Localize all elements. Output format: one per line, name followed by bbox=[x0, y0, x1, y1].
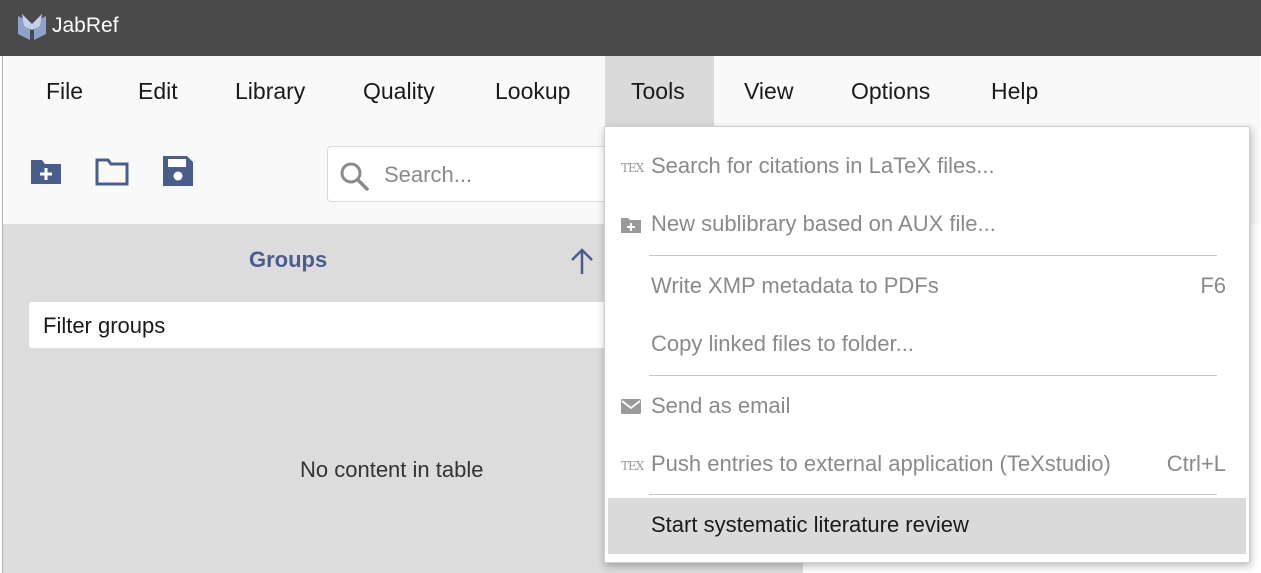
menu-bar: File Edit Library Quality Lookup Tools V… bbox=[3, 56, 1260, 126]
menu-library[interactable]: Library bbox=[235, 56, 305, 126]
menu-item-new-sublibrary-aux[interactable]: New sublibrary based on AUX file... bbox=[608, 197, 1246, 253]
menu-item-label: Copy linked files to folder... bbox=[651, 331, 914, 356]
app-title: JabRef bbox=[52, 14, 119, 37]
jabref-logo-icon bbox=[18, 14, 46, 40]
menu-item-shortcut: Ctrl+L bbox=[1166, 451, 1226, 476]
menu-item-label: Start systematic literature review bbox=[651, 512, 969, 537]
menu-view[interactable]: View bbox=[744, 56, 793, 126]
menu-item-start-slr[interactable]: Start systematic literature review bbox=[608, 498, 1246, 554]
folder-plus-icon bbox=[621, 218, 641, 233]
search-placeholder: Search... bbox=[384, 162, 473, 187]
tex-icon: TEX bbox=[621, 459, 644, 473]
menu-item-copy-linked-files[interactable]: Copy linked files to folder... bbox=[608, 317, 1246, 373]
tools-menu-dropdown: TEX Search for citations in LaTeX files.… bbox=[604, 126, 1250, 563]
title-bar: JabRef bbox=[0, 0, 1261, 56]
menu-item-label: Search for citations in LaTeX files... bbox=[651, 153, 995, 178]
menu-quality[interactable]: Quality bbox=[363, 56, 435, 126]
filter-groups-input[interactable]: Filter groups bbox=[29, 302, 629, 348]
tex-icon: TEX bbox=[621, 161, 644, 175]
email-icon bbox=[621, 399, 641, 414]
menu-item-label: Send as email bbox=[651, 393, 791, 418]
menu-item-send-as-email[interactable]: Send as email bbox=[608, 379, 1246, 435]
menu-item-shortcut: F6 bbox=[1200, 273, 1226, 298]
menu-item-label: Push entries to external application (Te… bbox=[651, 451, 1111, 476]
menu-edit[interactable]: Edit bbox=[138, 56, 178, 126]
menu-options[interactable]: Options bbox=[851, 56, 930, 126]
menu-separator bbox=[649, 255, 1217, 256]
search-icon bbox=[340, 162, 369, 191]
open-folder-icon[interactable] bbox=[95, 154, 129, 188]
search-field[interactable]: Search... bbox=[327, 146, 627, 202]
menu-separator bbox=[649, 375, 1217, 376]
menu-item-label: Write XMP metadata to PDFs bbox=[651, 273, 939, 298]
menu-lookup[interactable]: Lookup bbox=[495, 56, 570, 126]
menu-separator bbox=[649, 494, 1217, 495]
menu-item-push-to-external-app[interactable]: TEX Push entries to external application… bbox=[608, 437, 1246, 493]
save-icon[interactable] bbox=[161, 154, 195, 188]
new-library-icon[interactable] bbox=[29, 154, 63, 188]
menu-file[interactable]: File bbox=[46, 56, 83, 126]
menu-tools[interactable]: Tools bbox=[605, 56, 714, 126]
menu-item-search-latex-citations[interactable]: TEX Search for citations in LaTeX files.… bbox=[608, 139, 1246, 195]
menu-item-label: New sublibrary based on AUX file... bbox=[651, 211, 996, 236]
arrow-up-icon[interactable] bbox=[569, 246, 595, 276]
menu-help[interactable]: Help bbox=[991, 56, 1038, 126]
filter-groups-placeholder: Filter groups bbox=[43, 313, 166, 338]
groups-title: Groups bbox=[249, 247, 328, 272]
menu-item-write-xmp[interactable]: Write XMP metadata to PDFs F6 bbox=[608, 259, 1246, 315]
empty-table-message: No content in table bbox=[300, 457, 484, 482]
